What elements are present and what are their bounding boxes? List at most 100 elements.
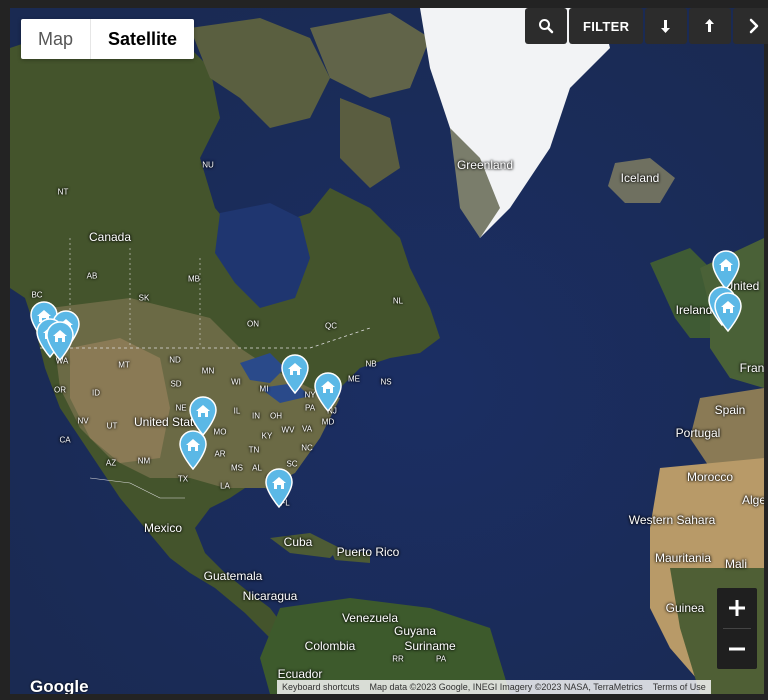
label-ecuador: Ecuador	[277, 667, 323, 681]
house-marker-icon	[712, 250, 740, 291]
label-wi: WI	[231, 377, 241, 387]
sort-descending-button[interactable]	[645, 8, 688, 44]
label-sk: SK	[138, 293, 150, 303]
sort-down-icon	[661, 20, 671, 33]
label-cuba: Cuba	[283, 535, 313, 549]
label-mn: MN	[201, 366, 215, 376]
minus-icon	[729, 647, 745, 651]
search-icon	[539, 19, 554, 34]
house-marker-icon	[281, 354, 309, 395]
label-tn: TN	[248, 445, 260, 455]
label-nu: NU	[202, 160, 214, 170]
google-logo: Google	[30, 677, 89, 694]
label-nv: NV	[77, 416, 89, 426]
map-data-text: Map data ©2023 Google, INEGI Imagery ©20…	[369, 682, 643, 692]
property-marker[interactable]	[178, 430, 208, 471]
label-mauritania: Mauritania	[654, 551, 712, 565]
label-nm: NM	[137, 456, 151, 466]
label-ne: NE	[175, 403, 187, 413]
map-canvas[interactable]: Greenland Iceland Canada United States M…	[10, 8, 764, 694]
label-il: IL	[233, 406, 241, 416]
label-me: ME	[348, 374, 360, 384]
next-button[interactable]	[733, 8, 768, 44]
label-spain: Spain	[714, 403, 746, 417]
label-greenland: Greenland	[456, 158, 514, 172]
label-ca: CA	[59, 435, 71, 445]
property-marker[interactable]	[713, 292, 743, 333]
label-mali: Mali	[724, 557, 748, 571]
label-western-sahara: Western Sahara	[628, 513, 716, 527]
label-puerto-rico: Puerto Rico	[336, 545, 400, 559]
label-nc: NC	[301, 443, 313, 453]
house-marker-icon	[265, 468, 293, 509]
zoom-control	[717, 588, 757, 669]
label-bc: BC	[31, 290, 43, 300]
label-ar: AR	[214, 449, 226, 459]
label-portugal: Portugal	[675, 426, 721, 440]
search-button[interactable]	[525, 8, 567, 44]
property-marker[interactable]	[711, 250, 741, 291]
plus-icon	[729, 600, 745, 616]
label-az: AZ	[105, 458, 117, 468]
map-type-map-button[interactable]: Map	[21, 19, 90, 59]
label-pa-brazil: PA	[435, 654, 447, 664]
label-qc: QC	[325, 321, 337, 331]
terms-of-use-link[interactable]: Terms of Use	[648, 680, 711, 694]
sort-up-icon	[705, 19, 715, 32]
label-or: OR	[54, 385, 66, 395]
label-id: ID	[92, 388, 100, 398]
label-ky: KY	[261, 431, 273, 441]
label-venezuela: Venezuela	[341, 611, 399, 625]
label-iceland: Iceland	[620, 171, 660, 185]
label-mexico: Mexico	[143, 521, 183, 535]
label-nb: NB	[365, 359, 377, 369]
label-on: ON	[247, 319, 259, 329]
label-canada: Canada	[88, 230, 132, 244]
label-algeria: Alge	[741, 493, 764, 507]
label-mi: MI	[259, 384, 269, 394]
label-ns: NS	[380, 377, 392, 387]
label-nd: ND	[169, 355, 181, 365]
label-nicaragua: Nicaragua	[242, 589, 298, 603]
label-in: IN	[252, 411, 260, 421]
sort-ascending-button[interactable]	[689, 8, 732, 44]
label-tx: TX	[177, 474, 189, 484]
label-rr: RR	[392, 654, 404, 664]
satellite-imagery	[10, 8, 764, 694]
map-attribution: Keyboard shortcuts Map data ©2023 Google…	[277, 680, 711, 694]
label-guinea: Guinea	[665, 601, 705, 615]
map-toolbar: FILTER	[525, 8, 768, 44]
label-colombia: Colombia	[304, 639, 356, 653]
house-marker-icon	[314, 372, 342, 413]
house-marker-icon	[179, 430, 207, 471]
map-type-control: Map Satellite	[21, 19, 195, 59]
map-frame: Greenland Iceland Canada United States M…	[0, 0, 768, 700]
label-mt: MT	[118, 360, 130, 370]
house-marker-icon	[714, 292, 742, 333]
label-nt: NT	[57, 187, 69, 197]
label-suriname: Suriname	[404, 639, 456, 653]
keyboard-shortcuts-link[interactable]: Keyboard shortcuts	[277, 680, 365, 694]
zoom-in-button[interactable]	[717, 588, 757, 628]
label-md: MD	[321, 417, 335, 427]
house-marker-icon	[46, 321, 74, 362]
label-france: Fran	[739, 361, 764, 375]
label-guyana: Guyana	[393, 624, 437, 638]
label-sd: SD	[170, 379, 182, 389]
filter-button[interactable]: FILTER	[569, 8, 644, 44]
label-mb: MB	[188, 274, 200, 284]
label-la: LA	[220, 481, 230, 491]
label-nl: NL	[392, 296, 404, 306]
property-marker[interactable]	[264, 468, 294, 509]
map-type-satellite-button[interactable]: Satellite	[91, 19, 194, 59]
property-marker[interactable]	[280, 354, 310, 395]
property-marker[interactable]	[45, 321, 75, 362]
label-guatemala: Guatemala	[203, 569, 263, 583]
label-ab: AB	[86, 271, 98, 281]
label-al: AL	[252, 463, 262, 473]
label-va: VA	[301, 424, 313, 434]
label-oh: OH	[270, 411, 282, 421]
zoom-out-button[interactable]	[717, 629, 757, 669]
property-marker[interactable]	[313, 372, 343, 413]
chevron-right-icon	[750, 18, 759, 34]
